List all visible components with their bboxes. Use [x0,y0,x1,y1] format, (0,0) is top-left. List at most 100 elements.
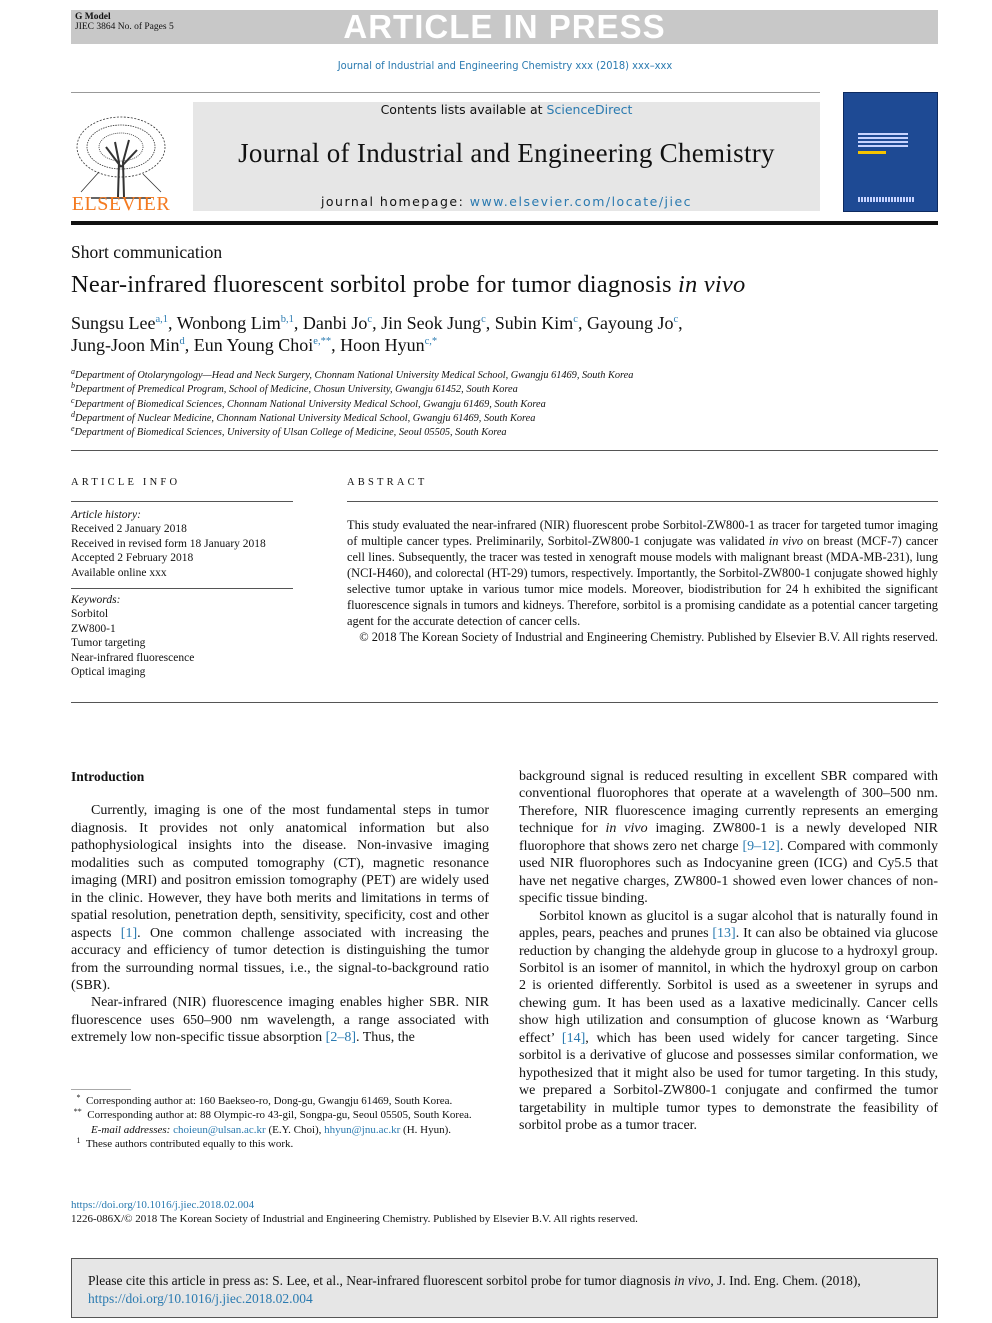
affiliation: dDepartment of Nuclear Medicine, Chonnam… [71,410,633,426]
text-segment: , which has been used widely for cancer … [519,1030,938,1134]
author-affiliation-marker[interactable]: c [673,314,678,325]
citation-link[interactable]: [14] [562,1031,585,1046]
text-segment: Near-infrared (NIR) fluorescence imaging… [71,995,489,1046]
footnote-text: These authors contributed equally to thi… [85,1137,294,1150]
article-info: ARTICLE INFO Article history: Received 2 … [71,477,293,679]
abstract-text: This study evaluated the near-infrared (… [347,517,938,629]
cite-doi-link[interactable]: https://doi.org/10.1016/j.jiec.2018.02.0… [88,1291,313,1306]
affiliations: aDepartment of Otolaryngology—Head and N… [71,368,634,440]
affiliation-text: Department of Otolaryngology—Head and Ne… [75,370,634,381]
contents-prefix: Contents lists available at [380,102,547,117]
keyword: ZW800-1 [71,622,116,635]
author-name[interactable]: Sungsu Lee [71,313,156,333]
article-in-press-label: ARTICLE IN PRESS [343,8,666,45]
author-name[interactable]: Jung-Joon Min [71,335,180,355]
author: Hoon Hyunc,* [340,335,437,355]
history-label: Article history: [71,509,141,521]
paragraph: Currently, imaging is one of the most fu… [71,802,489,994]
email-owner: (H. Hyun). [400,1123,452,1136]
affiliation: aDepartment of Otolaryngology—Head and N… [71,368,634,383]
footnote-corresponding-1: * Corresponding author at: 160 Baekseo-r… [76,1093,453,1108]
keyword: Tumor targeting [71,637,146,650]
author: Danbi Joc [303,313,372,333]
history-item: Received in revised form 18 January 2018 [71,537,266,550]
text-segment: . Thus, the [356,1030,415,1046]
author: Jin Seok Jungc [381,313,486,333]
author-name[interactable]: Wonbong Lim [177,313,281,333]
author-affiliation-marker[interactable]: a,1 [156,314,169,325]
journal-masthead: Contents lists available at ScienceDirec… [193,102,820,211]
affiliation-text: Department of Nuclear Medicine, Chonnam … [75,412,536,424]
cover-title-graphic [858,133,908,147]
affiliation-text: Department of Premedical Program, School… [75,384,518,396]
email-link-choi[interactable]: choieun@ulsan.ac.kr [173,1124,266,1136]
footnote-divider [71,1089,131,1090]
email-label: E-mail addresses: [91,1123,174,1136]
author-name[interactable]: Hoon Hyun [340,335,425,355]
author-affiliation-marker[interactable]: e,** [313,336,331,347]
author-name[interactable]: Subin Kim [495,313,574,333]
journal-reference-link[interactable]: Journal of Industrial and Engineering Ch… [0,59,992,72]
affiliation: bDepartment of Premedical Program, Schoo… [71,382,633,397]
italic-text: in vivo [768,534,804,548]
contents-line: Contents lists available at ScienceDirec… [193,102,820,117]
affiliation-text: Department of Biomedical Sciences, Chonn… [74,398,546,410]
author: Subin Kimc [495,313,578,333]
email-owner: (E.Y. Choi), [265,1123,325,1136]
doi-link[interactable]: https://doi.org/10.1016/j.jiec.2018.02.0… [71,1199,254,1211]
author-affiliation-marker[interactable]: c,* [425,336,438,347]
abstract-copyright: © 2018 The Korean Society of Industrial … [359,630,938,644]
keywords-label: Keywords: [71,594,121,607]
paragraph: background signal is reduced resulting i… [519,768,938,908]
citation-box: Please cite this article in press as: S.… [71,1258,938,1318]
author-affiliation-marker[interactable]: c [367,314,372,325]
affiliation: eDepartment of Biomedical Sciences, Univ… [71,425,633,440]
author-affiliation-marker[interactable]: c [573,314,578,325]
author-affiliation-marker[interactable]: d [180,336,185,347]
title-text: Near-infrared fluorescent sorbitol probe… [71,271,679,298]
citation-link[interactable]: [1] [121,926,137,941]
divider [347,501,938,502]
divider [71,450,938,451]
footnote-equal-contribution: 1 These authors contributed equally to t… [76,1135,294,1150]
text-segment: . It can also be obtained via glucose re… [519,926,938,1046]
homepage-link[interactable]: www.elsevier.com/locate/jiec [470,194,692,209]
cover-accent [858,151,886,154]
keyword: Sorbitol [71,608,109,621]
body-left-column: Introduction Currently, imaging is one o… [71,768,489,1047]
article-type: Short communication [71,242,223,262]
homepage-prefix: journal homepage: [320,194,470,209]
author-affiliation-marker[interactable]: c [481,314,486,325]
author: Gayoung Joc [587,313,678,333]
author-name[interactable]: Danbi Jo [303,313,368,333]
author: Eun Young Choie,** [194,335,331,355]
author: Wonbong Limb,1 [177,313,294,333]
paragraph: Sorbitol known as glucitol is a sugar al… [519,908,938,1135]
author-name[interactable]: Jin Seok Jung [381,313,481,333]
citation-link[interactable]: [2–8] [326,1030,356,1045]
footnote-corresponding-2: ** Corresponding author at: 88 Olympic-r… [73,1107,472,1122]
citation-link[interactable]: [9–12] [743,839,780,854]
citation-link[interactable]: [13] [712,926,735,941]
article-title: Near-infrared fluorescent sorbitol probe… [71,271,745,299]
author: Jung-Joon Mind [71,335,185,355]
keyword: Near-infrared fluorescence [71,651,195,664]
affiliation-text: Department of Biomedical Sciences, Unive… [74,427,507,439]
footnote-text: Corresponding author at: 160 Baekseo-ro,… [86,1095,453,1107]
text-segment: on breast (MCF-7) cancer cell lines. Sub… [347,534,939,628]
cite-text: Please cite this article in press as: S.… [88,1273,675,1288]
article-history: Article history: Received 2 January 2018 R… [71,508,293,580]
email-link-hyun[interactable]: hhyun@jnu.ac.kr [324,1124,400,1136]
elsevier-wordmark: ELSEVIER [71,193,171,215]
author: Sungsu Leea,1 [71,313,168,333]
abstract-heading: ABSTRACT [347,477,428,488]
author-name[interactable]: Gayoung Jo [587,313,674,333]
sciencedirect-link[interactable]: ScienceDirect [547,102,633,117]
text-segment: Currently, imaging is one of the most fu… [71,803,489,941]
italic-text: in vivo [605,821,648,837]
author-name[interactable]: Eun Young Choi [194,335,314,355]
author-affiliation-marker[interactable]: b,1 [281,314,294,325]
divider [71,588,293,590]
history-item: Available online xxx [71,566,167,579]
cite-text: , J. Ind. Eng. Chem. (2018), [710,1273,861,1288]
